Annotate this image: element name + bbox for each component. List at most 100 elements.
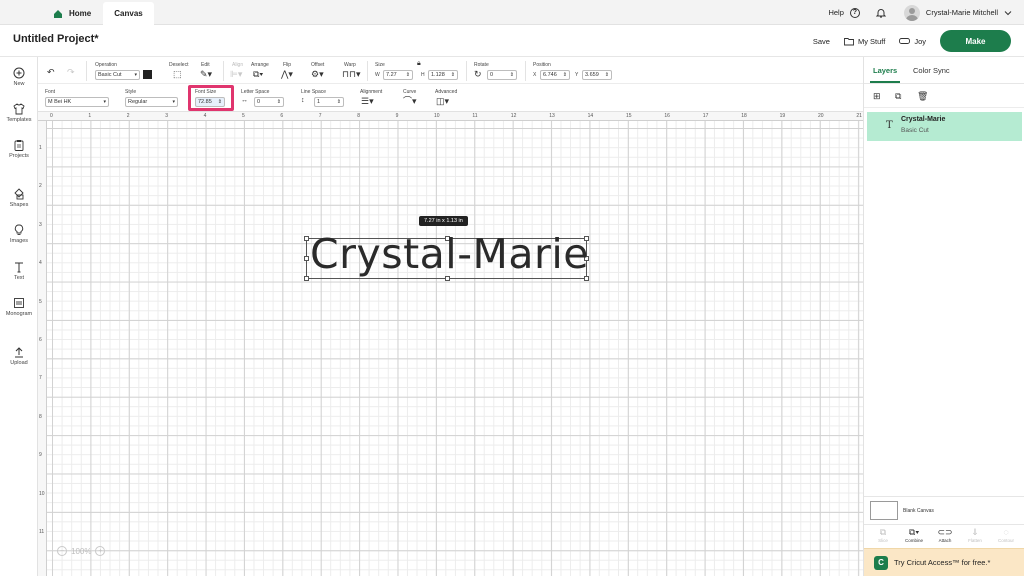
my-stuff-button[interactable]: My Stuff bbox=[844, 37, 885, 46]
rotate-label: Rotate bbox=[474, 62, 489, 68]
top-right-controls: Help ? Crystal-Marie Mitchell bbox=[828, 0, 1012, 25]
sidebar-item-upload[interactable]: Upload bbox=[0, 346, 38, 366]
sidebar-item-text[interactable]: Text bbox=[0, 261, 38, 281]
arrange-icon[interactable]: ⧉▾ bbox=[253, 69, 263, 79]
shirt-icon bbox=[13, 103, 25, 115]
resize-handle[interactable] bbox=[304, 276, 309, 281]
attach-label: Attach bbox=[938, 538, 952, 543]
ruler-number: 10 bbox=[39, 490, 45, 497]
trash-icon[interactable]: 🗑︎ bbox=[917, 91, 928, 101]
stepper-icon[interactable]: ⇕ bbox=[510, 72, 514, 78]
deselect-icon[interactable]: ⬚ bbox=[173, 69, 182, 79]
blank-canvas-thumbnail[interactable] bbox=[870, 501, 898, 520]
sidebar-item-label: Monogram bbox=[5, 311, 33, 317]
tab-home[interactable]: Home bbox=[53, 2, 91, 25]
position-y-field[interactable]: 3.659 ⇕ bbox=[582, 70, 612, 80]
sidebar-item-templates[interactable]: Templates bbox=[0, 103, 38, 123]
attach-button[interactable]: ⊂⊃ Attach bbox=[930, 527, 960, 543]
active-tab-indicator bbox=[870, 81, 900, 83]
make-button[interactable]: Make bbox=[940, 30, 1011, 52]
stepper-icon[interactable]: ⇕ bbox=[605, 72, 609, 78]
help-link[interactable]: Help bbox=[828, 8, 843, 17]
advanced-icon[interactable]: ◫▾ bbox=[436, 96, 449, 106]
width-field[interactable]: 7.27 ⇕ bbox=[383, 70, 413, 80]
align-icon: ⊫▾ bbox=[230, 69, 243, 79]
text-align-icon[interactable]: ☰▾ bbox=[361, 96, 374, 106]
zoom-out-button[interactable]: − bbox=[57, 546, 67, 556]
save-button[interactable]: Save bbox=[813, 37, 830, 46]
flatten-label: Flatten bbox=[968, 538, 982, 543]
color-swatch[interactable] bbox=[143, 70, 152, 79]
font-size-label: Font Size bbox=[195, 89, 217, 95]
size-w-label: W bbox=[375, 72, 380, 78]
ruler-vertical: 1 2 3 4 5 6 7 8 9 10 11 bbox=[38, 121, 47, 576]
blank-canvas-row[interactable]: Blank Canvas bbox=[864, 496, 1024, 524]
slice-label: Slice bbox=[878, 538, 888, 543]
resize-handle[interactable] bbox=[304, 236, 309, 241]
lock-icon[interactable]: 🔒︎ bbox=[417, 59, 421, 69]
flip-icon[interactable]: ⋀▾ bbox=[281, 69, 293, 79]
layer-operation: Basic Cut bbox=[901, 127, 929, 134]
layers-panel: Layers Color Sync ⊞ ⧉ 🗑︎ T Crystal-Marie… bbox=[863, 57, 1024, 576]
letter-space-field[interactable]: 0 ⇕ bbox=[254, 97, 284, 107]
rotate-icon: ↻ bbox=[474, 69, 482, 79]
sidebar-item-label: Projects bbox=[9, 153, 29, 159]
tab-color-sync[interactable]: Color Sync bbox=[913, 66, 950, 75]
undo-icon[interactable]: ↶ bbox=[47, 67, 55, 77]
sidebar-item-monogram[interactable]: Monogram bbox=[0, 297, 38, 317]
style-select[interactable]: Regular ▾ bbox=[125, 97, 178, 107]
letter-space-value: 0 bbox=[257, 99, 261, 105]
height-field[interactable]: 1.128 ⇕ bbox=[428, 70, 458, 80]
sidebar-item-shapes[interactable]: Shapes bbox=[0, 188, 38, 208]
cricut-access-banner[interactable]: C Try Cricut Access™ for free.* bbox=[864, 548, 1024, 576]
position-x-field[interactable]: 6.746 ⇕ bbox=[540, 70, 570, 80]
duplicate-icon[interactable]: ⧉ bbox=[895, 91, 901, 101]
canvas-text-object[interactable]: Crystal-Marie bbox=[310, 230, 589, 278]
avatar[interactable] bbox=[903, 4, 920, 21]
sidebar-item-images[interactable]: Images bbox=[0, 224, 38, 244]
line-space-field[interactable]: 1 ⇕ bbox=[314, 97, 344, 107]
sidebar-item-projects[interactable]: Projects bbox=[0, 139, 38, 159]
sidebar-item-new[interactable]: New bbox=[0, 67, 38, 87]
contour-button: ◌ Contour bbox=[991, 527, 1021, 543]
bell-icon[interactable] bbox=[875, 8, 886, 18]
combine-button[interactable]: ⧉▾ Combine bbox=[899, 527, 929, 543]
monogram-icon bbox=[14, 298, 24, 308]
resize-handle[interactable] bbox=[304, 256, 309, 261]
home-icon bbox=[54, 9, 62, 18]
layer-item[interactable]: T Crystal-Marie Basic Cut bbox=[867, 112, 1022, 141]
combine-tools: ⧉ Slice ⧉▾ Combine ⊂⊃ Attach ⇓ Flatten ◌… bbox=[864, 524, 1024, 548]
tab-home-label: Home bbox=[69, 9, 92, 18]
stepper-icon[interactable]: ⇕ bbox=[277, 99, 281, 105]
warp-icon[interactable]: ⊓⊓▾ bbox=[342, 69, 361, 79]
stepper-icon[interactable]: ⇕ bbox=[337, 99, 341, 105]
ruler-number: 8 bbox=[39, 413, 42, 420]
canvas-grid[interactable] bbox=[47, 121, 863, 576]
chevron-down-icon: ▾ bbox=[134, 72, 137, 78]
tab-layers[interactable]: Layers bbox=[873, 66, 897, 75]
zoom-in-button[interactable]: + bbox=[95, 546, 106, 556]
curve-icon[interactable]: ⌒▾ bbox=[403, 96, 417, 106]
contour-icon: ◌ bbox=[1003, 527, 1009, 537]
font-select[interactable]: M Bei HK ▾ bbox=[45, 97, 109, 107]
rotate-field[interactable]: 0 ⇕ bbox=[487, 70, 517, 80]
operation-select[interactable]: Basic Cut ▾ bbox=[95, 70, 140, 80]
edit-pen-icon[interactable]: ✎▾ bbox=[200, 69, 212, 79]
chevron-down-icon[interactable] bbox=[1004, 9, 1012, 17]
project-title[interactable]: Untitled Project* bbox=[13, 33, 99, 45]
group-icon[interactable]: ⊞ bbox=[873, 91, 881, 101]
stepper-icon[interactable]: ⇕ bbox=[563, 72, 567, 78]
offset-icon[interactable]: ⚙▾ bbox=[311, 69, 324, 79]
tab-canvas[interactable]: Canvas bbox=[103, 2, 154, 25]
font-size-field[interactable]: 72.85 ⇕ bbox=[195, 97, 225, 107]
stepper-icon[interactable]: ⇕ bbox=[218, 99, 222, 105]
design-canvas[interactable]: 0 1 2 3 4 5 6 7 8 9 10 11 12 13 14 15 16 17 18 19 20 21 12345… bbox=[38, 112, 863, 576]
stepper-icon[interactable]: ⇕ bbox=[451, 72, 455, 78]
arrange-label: Arrange bbox=[251, 62, 269, 68]
joy-button[interactable]: Joy bbox=[899, 37, 926, 46]
help-icon[interactable]: ? bbox=[849, 7, 860, 18]
sidebar-item-label: New bbox=[13, 81, 25, 87]
stepper-icon[interactable]: ⇕ bbox=[406, 72, 410, 78]
user-name[interactable]: Crystal-Marie Mitchell bbox=[926, 8, 998, 17]
ruler-number: 6 bbox=[39, 337, 42, 343]
